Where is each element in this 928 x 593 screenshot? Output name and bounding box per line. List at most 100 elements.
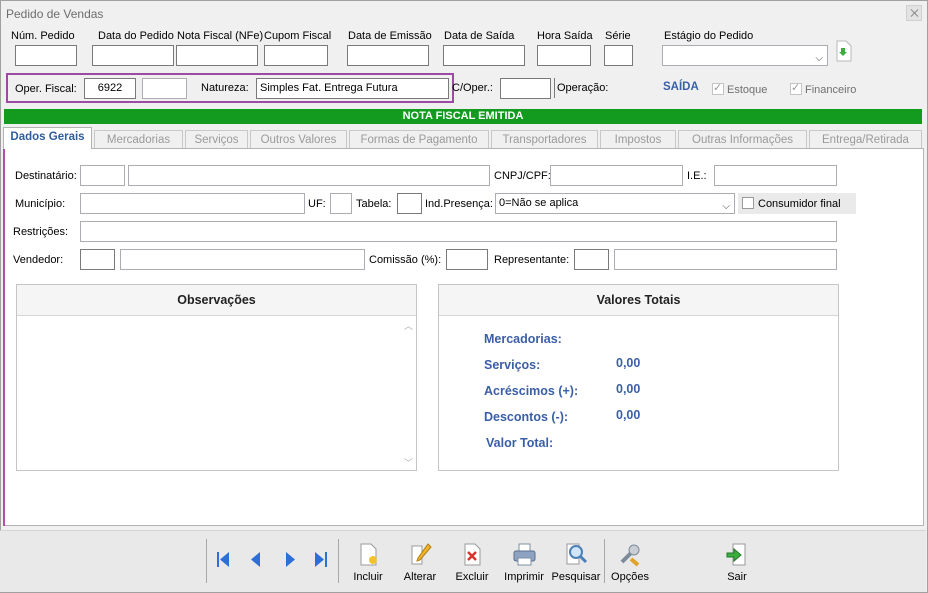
data-emissao-input[interactable] [347,45,429,66]
vendedor-name-input[interactable] [120,249,365,270]
estoque-label: Estoque [727,84,768,96]
natureza-input[interactable]: Simples Fat. Entrega Futura [256,78,449,99]
oper-fiscal-input[interactable]: 6922 [84,78,136,99]
excluir-button[interactable]: Excluir [446,531,498,592]
uf-label: UF: [308,198,326,210]
uf-input[interactable] [330,193,352,214]
tab-formas-pagamento[interactable]: Formas de Pagamento [349,130,489,148]
representante-label: Representante: [494,254,570,266]
hora-saida-label: Hora Saída [537,30,593,42]
estagio-select[interactable]: ⌵ [662,45,828,66]
last-record-icon[interactable] [310,544,332,574]
hora-saida-input[interactable] [537,45,591,66]
mercadorias-total-label: Mercadorias: [484,332,562,346]
data-pedido-label: Data do Pedido [98,30,174,42]
estagio-label: Estágio do Pedido [664,30,754,42]
data-pedido-input[interactable] [92,45,174,66]
opcoes-button[interactable]: Opções [604,531,656,592]
observacoes-scrollbar[interactable]: ︿ ﹀ [401,316,416,470]
financeiro-checkbox[interactable] [790,81,802,95]
sair-button[interactable]: Sair [711,531,763,592]
tabela-label: Tabela: [356,198,392,210]
descontos-total-value: 0,00 [616,408,641,422]
imprimir-button[interactable]: Imprimir [498,531,550,592]
search-icon [566,543,588,565]
servicos-total-label: Serviços: [484,358,541,372]
alterar-button[interactable]: Alterar [394,531,446,592]
descontos-total-label: Descontos (-): [484,410,569,424]
previous-record-icon[interactable] [245,544,267,574]
num-pedido-input[interactable] [15,45,77,66]
ie-input[interactable] [714,165,837,186]
cupom-fiscal-label: Cupom Fiscal [264,30,332,42]
estoque-checkbox[interactable] [712,81,724,95]
scroll-up-icon[interactable]: ︿ [404,319,413,332]
serie-label: Série [605,30,631,42]
data-emissao-label: Data de Emissão [348,30,432,42]
restricoes-input[interactable] [80,221,837,242]
delete-document-icon [464,543,481,566]
comissao-input[interactable] [446,249,488,270]
document-arrow-icon[interactable] [835,40,853,62]
destinatario-code-input[interactable] [80,165,125,186]
tab-servicos[interactable]: Serviços [185,130,248,148]
vendedor-label: Vendedor: [13,254,64,266]
imprimir-label: Imprimir [504,571,544,583]
new-document-icon [360,543,377,566]
tab-mercadorias[interactable]: Mercadorias [94,130,183,148]
next-record-icon[interactable] [279,544,301,574]
ind-presenca-select[interactable]: 0=Não se aplica ⌵ [495,193,735,214]
chevron-down-icon: ⌵ [722,201,730,212]
c-oper-input[interactable] [500,78,551,99]
incluir-button[interactable]: Incluir [342,531,394,592]
tab-dados-gerais[interactable]: Dados Gerais [3,127,92,149]
tabela-input[interactable] [397,193,422,214]
oper-fiscal-label: Oper. Fiscal: [15,83,77,95]
observacoes-textarea[interactable] [18,316,401,470]
alterar-label: Alterar [403,571,437,583]
tab-transportadores[interactable]: Transportadores [491,130,598,148]
municipio-label: Município: [15,198,66,210]
printer-icon [513,543,536,566]
opcoes-label: Opções [611,571,649,583]
close-icon[interactable] [906,5,922,21]
financeiro-label: Financeiro [805,84,857,96]
scroll-down-icon[interactable]: ﹀ [404,456,413,469]
nota-fiscal-label: Nota Fiscal (NFe) [177,30,264,42]
data-saida-input[interactable] [443,45,525,66]
destinatario-name-input[interactable] [128,165,490,186]
vendedor-code-input[interactable] [80,249,115,270]
destinatario-label: Destinatário: [15,170,77,182]
bottom-toolbar: Incluir Alterar Excluir Imprimir Pesquis… [0,530,926,592]
representante-code-input[interactable] [574,249,609,270]
operacao-value: SAÍDA [663,81,699,93]
consumidor-final-checkbox[interactable] [742,197,754,209]
panel-edge-marker [3,148,5,526]
consumidor-final-label: Consumidor final [758,198,841,210]
observacoes-title: Observações [17,285,416,316]
oper-fiscal-extra-input[interactable] [142,78,187,99]
pesquisar-button[interactable]: Pesquisar [550,531,602,592]
ind-presenca-value: 0=Não se aplica [499,197,579,209]
incluir-label: Incluir [353,571,383,583]
tab-entrega-retirada[interactable]: Entrega/Retirada [809,130,922,148]
cnpj-input[interactable] [550,165,683,186]
valor-total-label: Valor Total: [486,436,554,450]
excluir-label: Excluir [455,571,489,583]
first-record-icon[interactable] [212,544,234,574]
cupom-fiscal-input[interactable] [264,45,328,66]
tab-outras-informacoes[interactable]: Outras Informações [678,130,807,148]
municipio-input[interactable] [80,193,305,214]
cnpj-label: CNPJ/CPF: [494,170,551,182]
num-pedido-label: Núm. Pedido [11,30,75,42]
window-title: Pedido de Vendas [6,7,104,21]
tab-impostos[interactable]: Impostos [600,130,676,148]
ie-label: I.E.: [687,170,707,182]
nota-fiscal-input[interactable] [176,45,258,66]
representante-name-input[interactable] [614,249,837,270]
serie-input[interactable] [604,45,633,66]
pencil-edit-icon [411,543,432,565]
toolbar-separator [206,539,207,583]
natureza-label: Natureza: [201,82,249,94]
tab-outros-valores[interactable]: Outros Valores [250,130,347,148]
